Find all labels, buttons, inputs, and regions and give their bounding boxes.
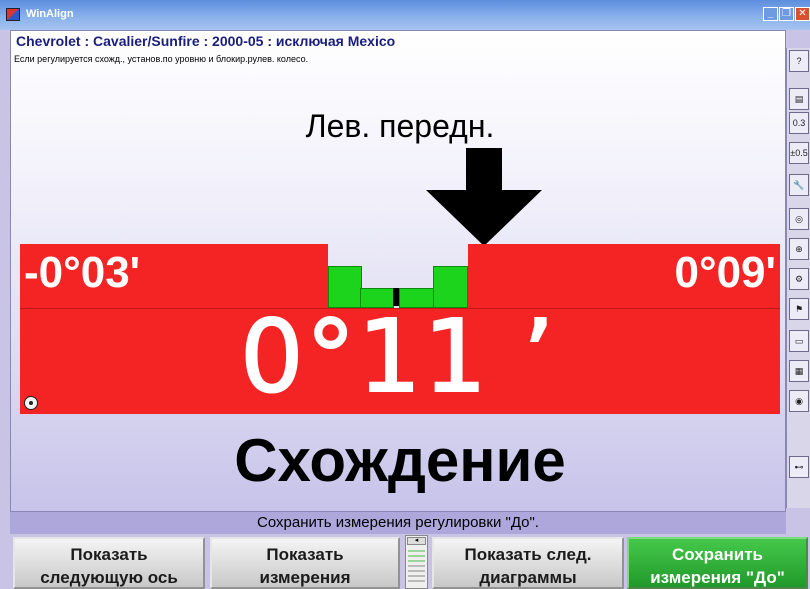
steering-wheel-icon[interactable] <box>24 396 38 410</box>
show-next-axle-button[interactable]: Показать следующую ось <box>13 537 205 589</box>
right-toolbar: ? ▤ 0.3 ±0.5 🔧 ◎ ⊕ ⚙ ⚑ ▭ ▦ ◉ ⊷ <box>786 48 810 508</box>
instruction-text: Если регулируется схожд., установ.по уро… <box>14 54 309 64</box>
settings-icon[interactable]: ⚙ <box>789 268 809 290</box>
show-next-diagrams-button[interactable]: Показать след. диаграммы <box>432 537 624 589</box>
button-line1: Показать <box>266 545 344 564</box>
tire-icon[interactable]: ◎ <box>789 208 809 230</box>
wrench-icon[interactable]: 🔧 <box>789 174 809 196</box>
button-line2: измерения "До" <box>650 568 785 587</box>
save-before-measurements-button[interactable]: Сохранить измерения "До" <box>627 537 808 589</box>
app-logo-icon <box>6 8 20 21</box>
minimize-button[interactable]: _ <box>763 7 778 21</box>
spec-max-value: 0°09' <box>674 248 776 297</box>
spec-values-icon[interactable]: 0.3 <box>789 112 809 134</box>
tolerance-icon[interactable]: ±0.5 <box>789 142 809 164</box>
spec-min-value: -0°03' <box>24 248 141 297</box>
down-arrow-icon <box>426 148 542 246</box>
close-button[interactable]: ✕ <box>795 7 810 21</box>
globe-icon[interactable]: ◉ <box>789 390 809 412</box>
wheel-position-label: Лев. передн. <box>305 108 495 144</box>
show-measurements-button[interactable]: Показать измерения <box>210 537 400 589</box>
zoom-icon[interactable]: ⊕ <box>789 238 809 260</box>
button-line2: следующую ось <box>40 568 178 587</box>
button-line2: диаграммы <box>479 568 577 587</box>
window-title: WinAlign <box>26 8 74 20</box>
status-message: Сохранить измерения регулировки "До". <box>10 512 786 534</box>
button-line1: Сохранить <box>671 545 764 564</box>
restore-button[interactable]: ❐ <box>779 7 794 21</box>
print-icon[interactable]: ▦ <box>789 360 809 382</box>
monitor-icon[interactable]: ▤ <box>789 88 809 110</box>
button-line2: измерения <box>259 568 351 587</box>
vehicle-title: Chevrolet : Cavalier/Sunfire : 2000-05 :… <box>16 33 396 49</box>
flag-icon[interactable]: ⚑ <box>789 298 809 320</box>
help-icon[interactable]: ? <box>789 50 809 72</box>
measurement-value: 0°11 ’ <box>239 297 557 416</box>
button-line1: Показать <box>70 545 148 564</box>
scroller-knob[interactable]: ◂ <box>407 537 426 545</box>
button-line1: Показать след. <box>464 545 592 564</box>
measurement-name: Схождение <box>234 427 566 494</box>
key-scroller[interactable]: ◂ <box>405 535 428 589</box>
title-bar: WinAlign _ ❐ ✕ <box>0 0 810 30</box>
vehicle-icon[interactable]: ▭ <box>789 330 809 352</box>
axle-icon[interactable]: ⊷ <box>789 456 809 478</box>
